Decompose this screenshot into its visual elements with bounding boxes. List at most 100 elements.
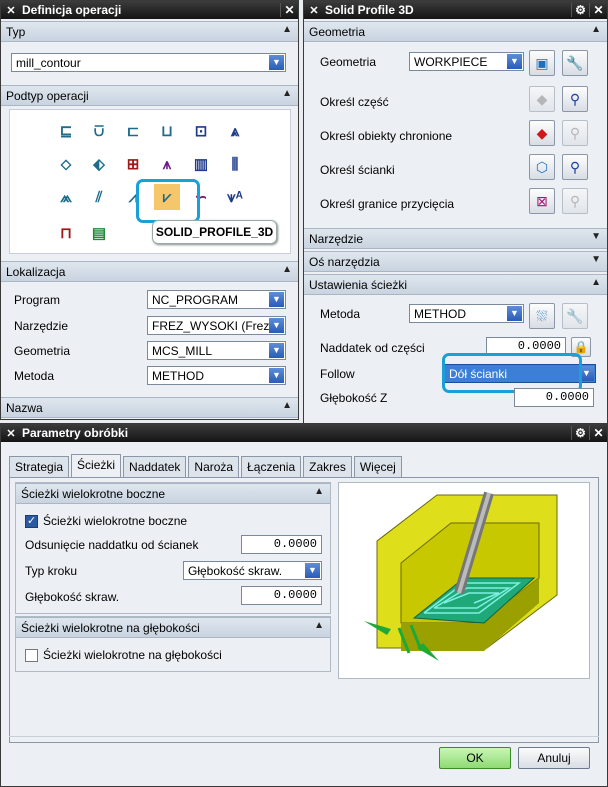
chevron-up-icon[interactable]: ▲ bbox=[282, 264, 292, 275]
chevron-up-icon[interactable]: ▲ bbox=[282, 24, 292, 35]
section-subtype[interactable]: Podtyp operacji ▲ bbox=[1, 85, 298, 106]
section-typ[interactable]: Typ ▲ bbox=[1, 21, 298, 42]
section-location[interactable]: Lokalizacja ▲ bbox=[1, 261, 298, 282]
pin-icon[interactable]: ✕ bbox=[307, 4, 321, 17]
chevron-down-icon[interactable]: ▼ bbox=[591, 254, 601, 265]
section-tool[interactable]: Narzędzie ▼ bbox=[304, 228, 607, 249]
select-part-button[interactable]: ◆ bbox=[529, 86, 555, 112]
dialog-title: Solid Profile 3D bbox=[325, 3, 414, 17]
section-depth-passes: Ścieżki wielokrotne na głębokości ▲ bbox=[15, 616, 331, 672]
cut-depth-input[interactable]: 0.0000 bbox=[241, 586, 322, 605]
tab-paths[interactable]: Ścieżki bbox=[71, 454, 122, 477]
pin-icon[interactable]: ✕ bbox=[4, 4, 18, 17]
new-geometry-button[interactable]: ▣ bbox=[529, 50, 555, 76]
subtype-icon[interactable]: ⩕ bbox=[53, 184, 79, 210]
tab-containment[interactable]: Zakres bbox=[303, 456, 352, 477]
chevron-down-icon[interactable]: ▼ bbox=[507, 54, 522, 69]
flashlight-icon[interactable]: ⚲ bbox=[562, 86, 588, 112]
close-icon[interactable]: ✕ bbox=[280, 3, 298, 17]
tool-select[interactable]: FREZ_WYSOKI (Frez-5 ▼ bbox=[147, 316, 286, 335]
chevron-down-icon[interactable]: ▼ bbox=[269, 368, 284, 383]
method-label: Metoda bbox=[14, 369, 55, 383]
subtype-icon[interactable]: ⫽ bbox=[86, 184, 112, 210]
title-bar[interactable]: ✕ Solid Profile 3D ⚙ ✕ bbox=[304, 1, 607, 19]
section-name[interactable]: Nazwa ▲ bbox=[1, 397, 298, 418]
chevron-up-icon[interactable]: ▲ bbox=[282, 400, 292, 411]
specify-walls-label: Określ ścianki bbox=[320, 163, 395, 177]
program-select[interactable]: NC_PROGRAM ▼ bbox=[147, 290, 286, 309]
chevron-down-icon[interactable]: ▼ bbox=[269, 55, 284, 70]
geometry-select[interactable]: MCS_MILL ▼ bbox=[147, 341, 286, 360]
chevron-down-icon[interactable]: ▼ bbox=[507, 306, 522, 321]
title-bar[interactable]: ✕ Parametry obróbki ⚙ ✕ bbox=[1, 424, 607, 442]
section-header: Geometria bbox=[309, 24, 366, 39]
chevron-down-icon[interactable]: ▼ bbox=[269, 292, 284, 307]
select-walls-button[interactable]: ⬡ bbox=[529, 154, 555, 180]
chevron-up-icon[interactable]: ▲ bbox=[314, 620, 324, 631]
geometry-select[interactable]: WORKPIECE ▼ bbox=[409, 52, 524, 71]
subtype-icon[interactable]: ⊔ bbox=[154, 118, 180, 144]
pin-icon[interactable]: ✕ bbox=[4, 427, 18, 440]
preview-illustration bbox=[338, 482, 590, 679]
step-type-select[interactable]: Głębokość skraw. ▼ bbox=[183, 561, 322, 580]
method-select[interactable]: METHOD ▼ bbox=[147, 366, 286, 385]
subtype-tooltip: SOLID_PROFILE_3D bbox=[152, 220, 277, 244]
close-icon[interactable]: ✕ bbox=[589, 426, 607, 440]
chevron-up-icon[interactable]: ▲ bbox=[314, 486, 324, 497]
tab-strategy[interactable]: Strategia bbox=[9, 456, 70, 477]
depth-z-input[interactable]: 0.0000 bbox=[514, 388, 594, 407]
tab-corners[interactable]: Naroża bbox=[188, 456, 240, 477]
tab-more[interactable]: Więcej bbox=[353, 456, 402, 477]
subtype-icon[interactable]: ⊞ bbox=[120, 151, 146, 177]
subtype-icon[interactable]: ⬦ bbox=[53, 151, 79, 177]
section-header-bar[interactable]: Ścieżki wielokrotne boczne ▲ bbox=[16, 483, 330, 504]
section-header-bar[interactable]: Ścieżki wielokrotne na głębokości ▲ bbox=[16, 617, 330, 638]
type-select[interactable]: mill_contour ▼ bbox=[11, 53, 286, 72]
chevron-up-icon[interactable]: ▲ bbox=[591, 277, 601, 288]
checkbox-icon[interactable] bbox=[25, 648, 38, 662]
subtype-icon[interactable]: ⫼ bbox=[222, 151, 248, 177]
chevron-down-icon[interactable]: ▼ bbox=[305, 563, 320, 578]
chevron-up-icon[interactable]: ▲ bbox=[591, 24, 601, 35]
subtype-icon[interactable]: ⩛ᴬ bbox=[222, 184, 248, 210]
flashlight-icon[interactable]: ⚲ bbox=[562, 154, 588, 180]
subtype-icon[interactable]: ⬖ bbox=[86, 151, 112, 177]
checkbox-icon[interactable] bbox=[25, 514, 38, 528]
section-geometry[interactable]: Geometria ▲ bbox=[304, 21, 607, 42]
edit-wrench-button[interactable]: 🔧 bbox=[562, 50, 588, 76]
method-select[interactable]: METHOD ▼ bbox=[409, 304, 524, 323]
gear-icon[interactable]: ⚙ bbox=[571, 426, 589, 440]
new-method-button[interactable]: ⛆ bbox=[529, 303, 555, 329]
chevron-down-icon[interactable]: ▼ bbox=[269, 318, 284, 333]
tab-connections[interactable]: Łączenia bbox=[241, 456, 302, 477]
subtype-icon[interactable]: ⩚ bbox=[154, 151, 180, 177]
select-trim-button[interactable]: ⊠ bbox=[529, 188, 555, 214]
wall-offset-input[interactable]: 0.0000 bbox=[241, 535, 322, 554]
chevron-up-icon[interactable]: ▲ bbox=[282, 88, 292, 99]
tab-stock[interactable]: Naddatek bbox=[123, 456, 187, 477]
subtype-icon[interactable]: ⩂ bbox=[86, 118, 112, 144]
chevron-down-icon[interactable]: ▼ bbox=[591, 231, 601, 242]
flashlight-icon[interactable]: ⚲ bbox=[562, 188, 588, 214]
subtype-icon[interactable]: ⊏ bbox=[120, 118, 146, 144]
edit-wrench-button[interactable]: 🔧 bbox=[562, 303, 588, 329]
subtype-icon[interactable]: ⩓ bbox=[222, 118, 248, 144]
gear-icon[interactable]: ⚙ bbox=[571, 3, 589, 17]
title-bar[interactable]: ✕ Definicja operacji ✕ bbox=[1, 1, 298, 19]
cancel-button[interactable]: Anuluj bbox=[518, 747, 590, 769]
close-icon[interactable]: ✕ bbox=[589, 3, 607, 17]
subtype-icon[interactable]: ▤ bbox=[86, 220, 112, 246]
subtype-icon[interactable]: ▥ bbox=[188, 151, 214, 177]
chevron-down-icon[interactable]: ▼ bbox=[269, 343, 284, 358]
section-header: Ścieżki wielokrotne boczne bbox=[21, 486, 166, 501]
subtype-icon[interactable]: ⊓ bbox=[53, 220, 79, 246]
depth-passes-checkbox[interactable]: Ścieżki wielokrotne na głębokości bbox=[25, 648, 222, 662]
section-path-settings[interactable]: Ustawienia ścieżki ▲ bbox=[304, 274, 607, 295]
section-tool-axis[interactable]: Oś narzędzia ▼ bbox=[304, 251, 607, 272]
subtype-icon[interactable]: ⊡ bbox=[188, 118, 214, 144]
subtype-icon[interactable]: ⊑ bbox=[53, 118, 79, 144]
select-check-button[interactable]: ◆ bbox=[529, 120, 555, 146]
ok-button[interactable]: OK bbox=[439, 747, 511, 769]
flashlight-icon[interactable]: ⚲ bbox=[562, 120, 588, 146]
lateral-passes-checkbox[interactable]: Ścieżki wielokrotne boczne bbox=[25, 514, 187, 528]
